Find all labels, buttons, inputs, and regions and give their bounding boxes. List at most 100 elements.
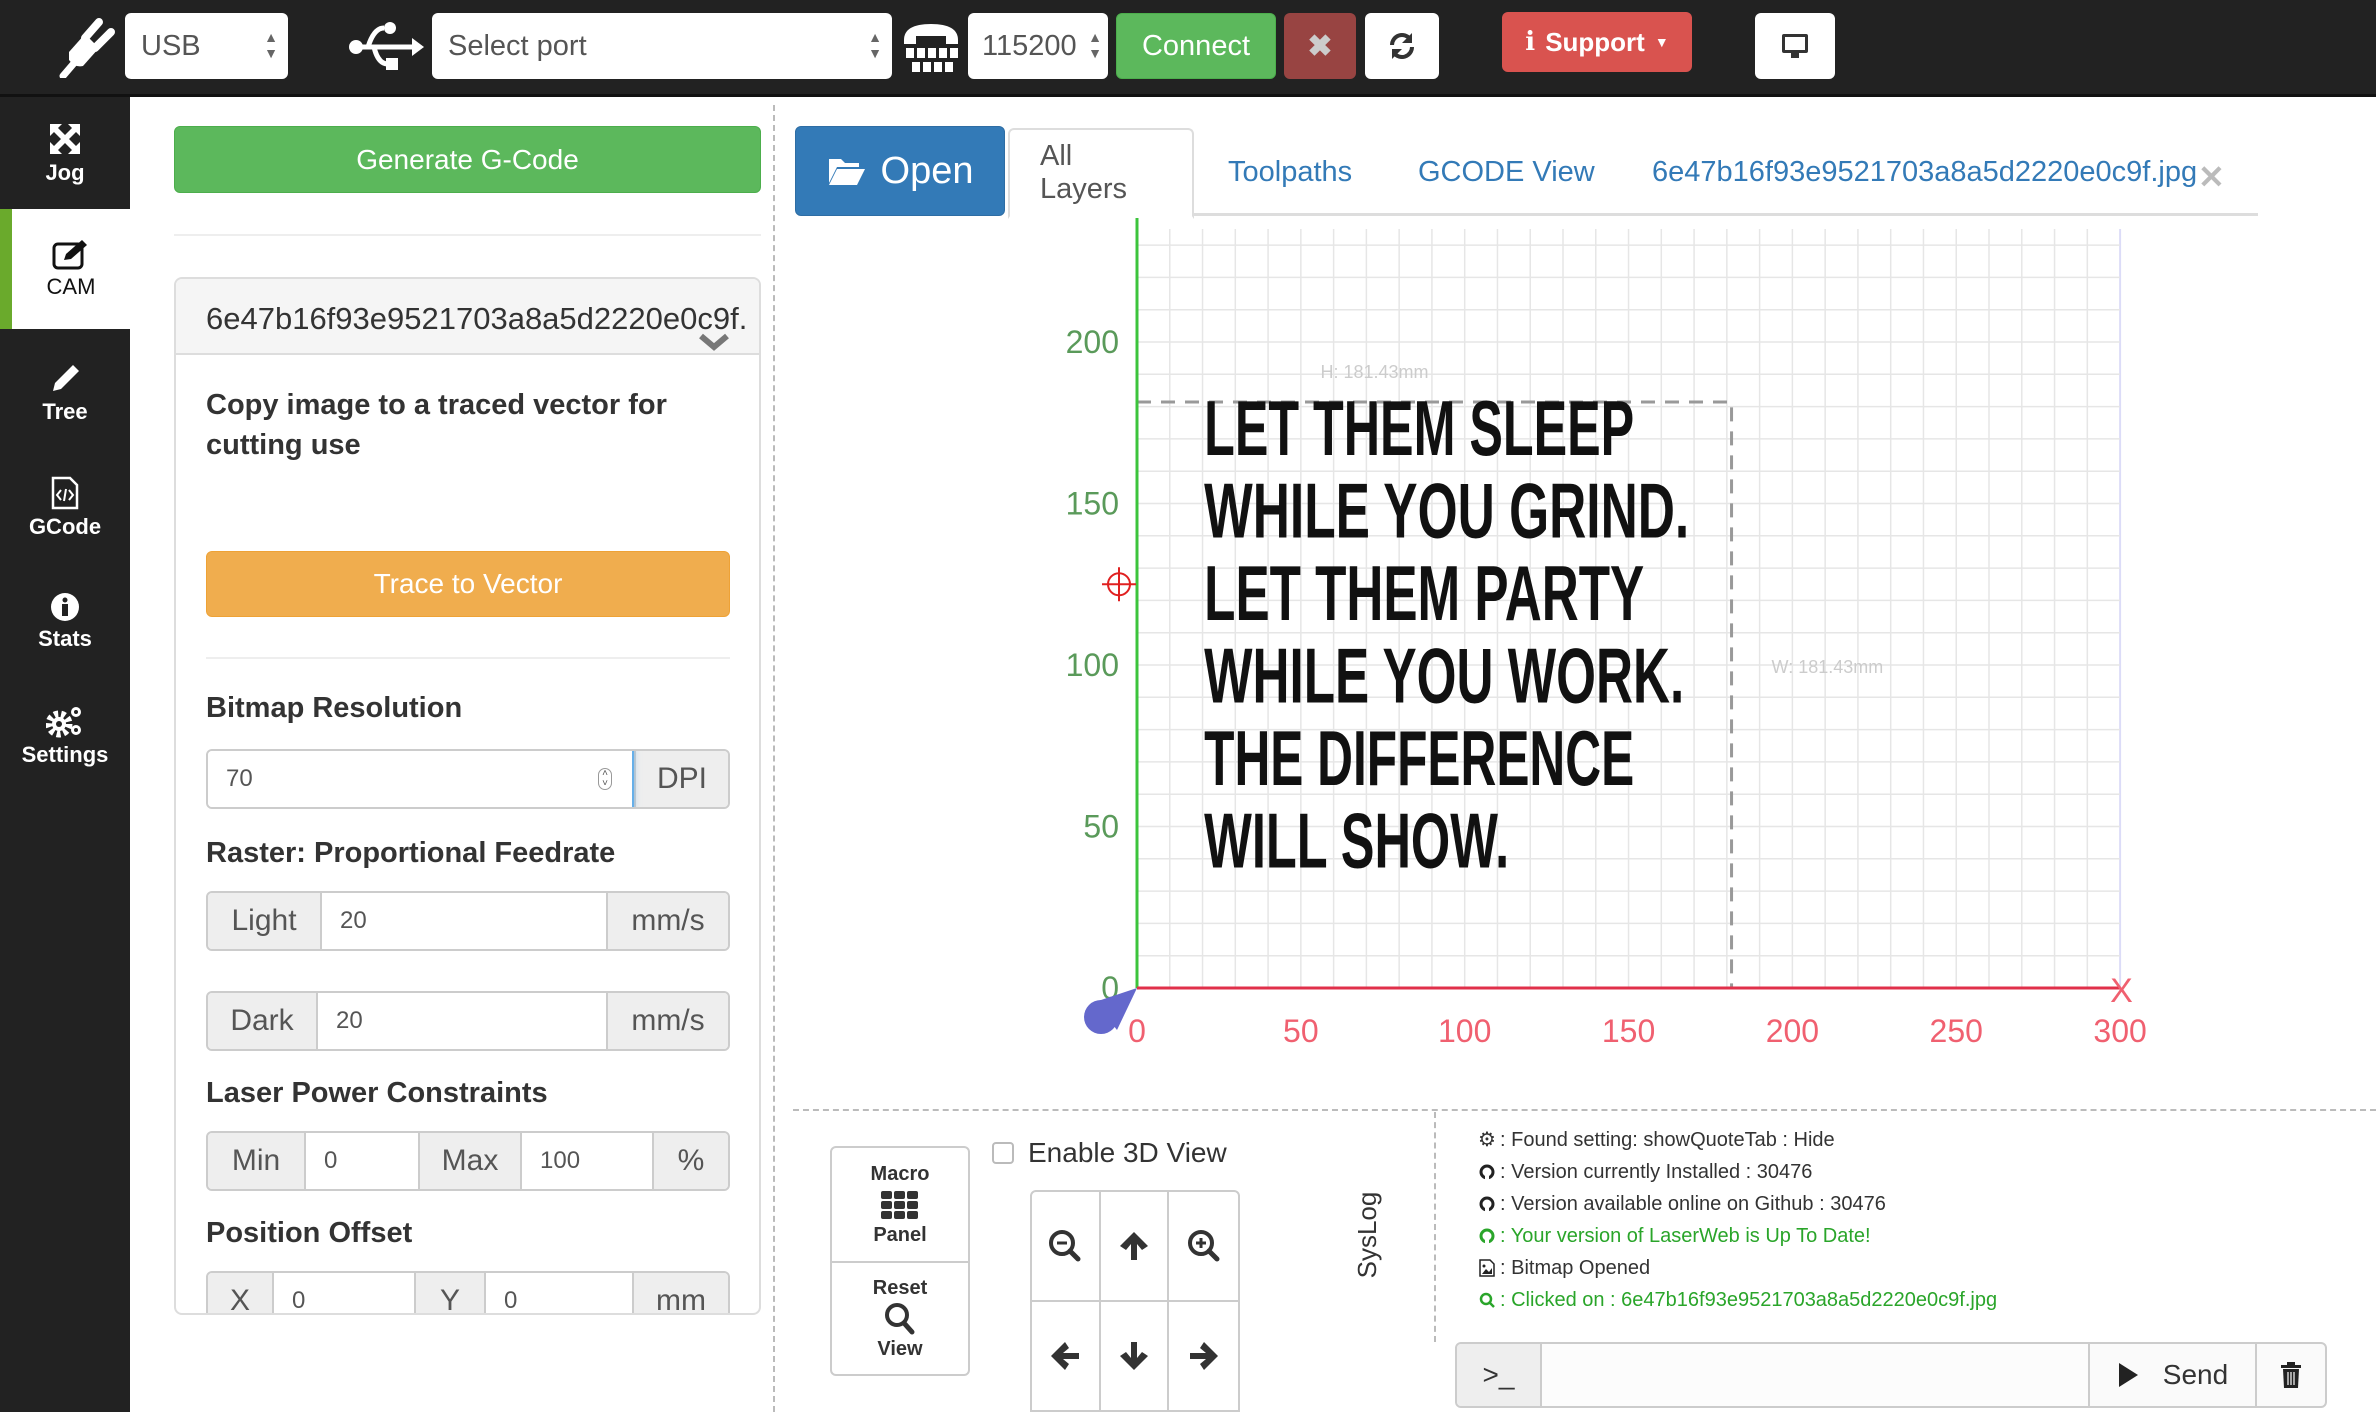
enable-3d-checkbox[interactable] bbox=[992, 1142, 1014, 1164]
port-select-placeholder: Select port bbox=[448, 29, 587, 62]
light-feedrate-value: 20 bbox=[340, 907, 367, 934]
enable-3d-label: Enable 3D View bbox=[1028, 1137, 1227, 1168]
sidebar-item-cam[interactable]: CAM bbox=[0, 209, 130, 329]
open-button-label: Open bbox=[880, 149, 974, 192]
light-feedrate-group: Light 20 mm/s bbox=[206, 891, 730, 951]
document-card-header[interactable]: 6e47b16f93e9521703a8a5d2220e0c9f. bbox=[176, 279, 759, 355]
zoom-out-button[interactable] bbox=[1032, 1192, 1101, 1302]
syslog-entry-text: : Bitmap Opened bbox=[1500, 1257, 1651, 1279]
arrow-right-icon bbox=[1189, 1342, 1218, 1370]
mm-per-s-unit: mm/s bbox=[606, 993, 728, 1049]
clear-log-button[interactable] bbox=[2255, 1344, 2325, 1406]
x-offset-input[interactable]: 0 bbox=[274, 1273, 414, 1313]
caret-down-icon: ▼ bbox=[1654, 34, 1669, 50]
origin-tool-marker-head bbox=[1084, 1000, 1118, 1034]
support-button-label: Support bbox=[1545, 26, 1645, 57]
workspace-canvas[interactable]: LET THEM SLEEP WHILE YOU GRIND. LET THEM P… bbox=[780, 218, 2376, 1108]
image-text-line: LET THEM SLEEP bbox=[1204, 384, 1634, 472]
x-axis-label: X bbox=[2110, 972, 2133, 1010]
dark-feedrate-group: Dark 20 mm/s bbox=[206, 991, 730, 1051]
y-tick-label: 150 bbox=[1066, 486, 1119, 522]
dark-feedrate-value: 20 bbox=[336, 1007, 363, 1034]
folder-open-icon bbox=[828, 159, 865, 185]
syslog-entry: ⚙ : Found setting: showQuoteTab : Hide bbox=[1476, 1124, 1997, 1156]
tab-label: 6e47b16f93e9521703a8a5d2220e0c9f.jpg bbox=[1652, 155, 2198, 188]
connection-type-value: USB bbox=[141, 29, 201, 62]
x-offset-label: X bbox=[208, 1273, 274, 1313]
x-tick-label: 150 bbox=[1602, 1013, 1655, 1049]
tab-all-layers[interactable]: All Layers bbox=[1008, 128, 1194, 219]
x-tick-label: 300 bbox=[2093, 1013, 2146, 1049]
reset-view-button[interactable]: Reset View bbox=[832, 1261, 968, 1374]
bitmap-resolution-input[interactable]: 70 ˄ ˅ bbox=[208, 751, 634, 807]
image-text-line: LET THEM PARTY bbox=[1204, 549, 1644, 637]
baud-rate-select[interactable]: 115200 ▲ ▼ bbox=[968, 13, 1108, 79]
percent-unit: % bbox=[652, 1133, 728, 1189]
github-icon bbox=[1476, 1228, 1498, 1244]
pan-down-button[interactable] bbox=[1100, 1302, 1170, 1412]
baud-rate-value: 115200 bbox=[982, 29, 1077, 62]
zoom-in-button[interactable] bbox=[1169, 1192, 1238, 1302]
syslog-entry: : Bitmap Opened bbox=[1476, 1252, 1997, 1284]
gears-icon: ⚙ bbox=[1478, 1129, 1496, 1151]
tab-toolpaths[interactable]: Toolpaths bbox=[1198, 128, 1382, 216]
close-tab-icon[interactable]: ✕ bbox=[2198, 158, 2225, 196]
generate-gcode-button[interactable]: Generate G-Code bbox=[174, 126, 761, 193]
sidebar-item-tree[interactable]: Tree bbox=[0, 337, 130, 451]
laser-power-group: Min 0 Max 100 % bbox=[206, 1131, 730, 1191]
syslog-label: SysLog bbox=[1352, 1191, 1382, 1279]
select-arrows-icon: ▲ ▼ bbox=[868, 29, 882, 61]
y-offset-input[interactable]: 0 bbox=[486, 1273, 632, 1313]
trace-to-vector-button[interactable]: Trace to Vector bbox=[206, 551, 730, 617]
search-icon bbox=[1476, 1292, 1498, 1308]
macro-panel-button[interactable]: Macro Panel bbox=[832, 1148, 968, 1261]
open-file-button[interactable]: Open bbox=[795, 126, 1005, 216]
github-icon bbox=[1476, 1196, 1498, 1212]
bitmap-resolution-value: 70 bbox=[226, 765, 253, 792]
command-input[interactable] bbox=[1542, 1344, 2088, 1406]
sidebar-item-label: Tree bbox=[42, 399, 88, 424]
github-icon bbox=[1476, 1164, 1498, 1180]
chevron-down-icon[interactable] bbox=[699, 333, 729, 351]
support-dropdown-button[interactable]: i Support ▼ bbox=[1502, 12, 1692, 72]
light-feedrate-input[interactable]: 20 bbox=[322, 893, 606, 949]
connect-button[interactable]: Connect bbox=[1116, 13, 1276, 79]
sidebar-item-jog[interactable]: Jog bbox=[0, 97, 130, 211]
connection-type-select[interactable]: USB ▲ ▼ bbox=[125, 13, 288, 79]
sidebar-item-stats[interactable]: Stats bbox=[0, 565, 130, 679]
tab-image-file[interactable]: 6e47b16f93e9521703a8a5d2220e0c9f.jpg bbox=[1622, 128, 2227, 216]
sidebar-item-gcode[interactable]: GCode bbox=[0, 451, 130, 565]
min-power-input[interactable]: 0 bbox=[306, 1133, 418, 1189]
max-label: Max bbox=[418, 1133, 522, 1189]
panel-resize-divider[interactable] bbox=[773, 105, 775, 1412]
port-select[interactable]: Select port ▲ ▼ bbox=[432, 13, 892, 79]
tab-gcode-view[interactable]: GCODE View bbox=[1388, 128, 1625, 216]
y-tick-label: 200 bbox=[1066, 324, 1119, 360]
search-icon bbox=[885, 1302, 915, 1334]
bottom-panel-divider[interactable] bbox=[793, 1109, 2376, 1111]
pan-up-button[interactable] bbox=[1100, 1192, 1170, 1302]
disconnect-button[interactable]: ✖ bbox=[1284, 13, 1356, 79]
enable-3d-view-toggle[interactable]: Enable 3D View bbox=[992, 1137, 1227, 1169]
monitor-icon bbox=[1782, 34, 1808, 58]
fullscreen-display-button[interactable] bbox=[1755, 13, 1835, 79]
viewer-tabs: All Layers Toolpaths GCODE View 6e47b16f… bbox=[1008, 128, 2258, 219]
max-power-input[interactable]: 100 bbox=[522, 1133, 652, 1189]
sidebar-item-label: Settings bbox=[21, 742, 109, 767]
spinner-icon[interactable]: ˄ ˅ bbox=[598, 768, 612, 790]
pan-left-button[interactable] bbox=[1032, 1302, 1101, 1412]
pan-right-button[interactable] bbox=[1169, 1302, 1238, 1412]
laser-crosshair-lines bbox=[1102, 567, 1136, 602]
select-arrows-icon: ▲ ▼ bbox=[1088, 29, 1102, 61]
sidebar-item-label: Stats bbox=[38, 626, 92, 651]
dark-feedrate-input[interactable]: 20 bbox=[318, 993, 606, 1049]
bbox-width-label: W: 181.43mm bbox=[1772, 657, 1884, 677]
sidebar-item-settings[interactable]: Settings bbox=[0, 679, 130, 793]
syslog-entry: : Version currently Installed : 30476 bbox=[1476, 1156, 1997, 1188]
image-text-line: WHILE YOU WORK. bbox=[1204, 632, 1684, 720]
image-text-line: WILL SHOW. bbox=[1204, 797, 1509, 885]
send-command-button[interactable]: Send bbox=[2088, 1344, 2255, 1406]
refresh-ports-button[interactable] bbox=[1365, 13, 1439, 79]
trash-icon bbox=[2281, 1362, 2301, 1388]
zoom-in-icon bbox=[1187, 1230, 1220, 1262]
